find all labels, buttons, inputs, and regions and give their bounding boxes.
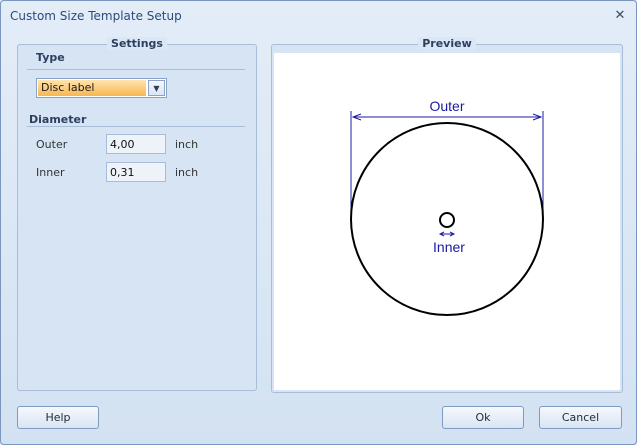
inner-unit: inch xyxy=(175,166,199,179)
preview-group: Preview Outer Inner xyxy=(271,37,623,393)
preview-canvas: Outer Inner xyxy=(274,53,620,390)
help-button[interactable]: Help xyxy=(17,406,99,429)
chevron-down-icon[interactable]: ▼ xyxy=(148,80,165,96)
inner-label: Inner xyxy=(36,166,65,179)
window-title: Custom Size Template Setup xyxy=(10,9,182,23)
preview-legend: Preview xyxy=(272,37,622,50)
ok-button[interactable]: Ok xyxy=(442,406,524,429)
close-icon[interactable]: ✕ xyxy=(612,7,628,23)
outer-diameter-input[interactable]: 4,00 xyxy=(106,134,166,154)
diameter-heading: Diameter xyxy=(29,113,87,126)
inner-diameter-input[interactable]: 0,31 xyxy=(106,162,166,182)
title-bar: Custom Size Template Setup ✕ xyxy=(1,1,636,31)
inner-dimension-label: Inner xyxy=(433,239,465,255)
cancel-button[interactable]: Cancel xyxy=(539,406,622,429)
outer-circle xyxy=(350,122,544,316)
outer-unit: inch xyxy=(175,138,199,151)
dialog-window: Custom Size Template Setup ✕ Settings Ty… xyxy=(0,0,637,445)
type-heading: Type xyxy=(36,51,65,64)
outer-label: Outer xyxy=(36,138,68,151)
diameter-separator xyxy=(27,126,245,127)
type-select[interactable]: Disc label ▼ xyxy=(36,78,167,98)
inner-circle xyxy=(439,212,455,228)
settings-legend: Settings xyxy=(18,37,256,50)
type-select-value: Disc label xyxy=(38,80,146,96)
type-separator xyxy=(27,69,245,70)
disc-preview-diagram: Outer Inner xyxy=(350,98,544,316)
outer-dimension-label: Outer xyxy=(429,98,464,114)
